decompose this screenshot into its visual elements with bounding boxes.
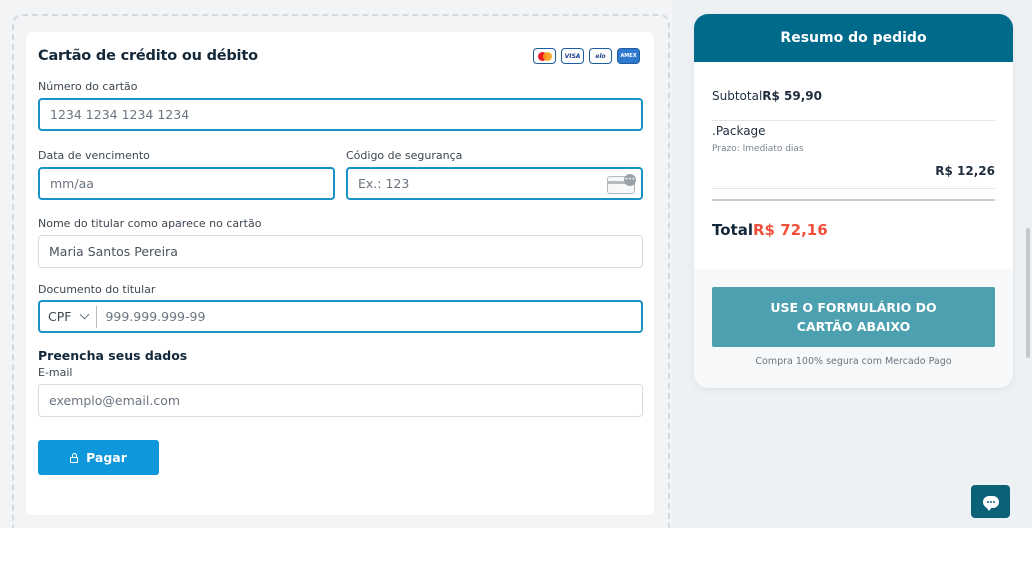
order-summary-body: SubtotalR$ 59,90 .Package Prazo: Imediat… <box>694 62 1013 269</box>
secure-purchase-text: Compra 100% segura com Mercado Pago <box>755 356 952 367</box>
package-term: Prazo: Imediato dias <box>712 144 804 154</box>
email-placeholder: exemplo@email.com <box>49 393 181 408</box>
order-summary-title: Resumo do pedido <box>694 14 1013 62</box>
mastercard-icon <box>533 48 556 64</box>
order-summary: Resumo do pedido SubtotalR$ 59,90 .Packa… <box>694 14 1013 388</box>
document-type-value: CPF <box>48 309 72 324</box>
page-viewport: Cartão de crédito ou débito VISA elo AME… <box>0 0 1032 528</box>
document-placeholder: 999.999.999-99 <box>105 309 206 324</box>
total-row: TotalR$ 72,16 <box>712 221 828 239</box>
chat-button[interactable] <box>971 485 1010 518</box>
cvv-label: Código de segurança <box>346 149 463 162</box>
card-form-title: Cartão de crédito ou débito <box>38 48 258 64</box>
chevron-down-icon <box>80 309 90 320</box>
email-input[interactable]: exemplo@email.com <box>38 384 643 417</box>
payment-column: Cartão de crédito ou débito VISA elo AME… <box>0 0 672 528</box>
cvv-input[interactable]: Ex.: 123 ••• <box>346 167 643 200</box>
use-card-form-button[interactable]: USE O FORMULÁRIO DO CARTÃO ABAIXO <box>712 287 995 347</box>
card-number-input[interactable]: 1234 1234 1234 1234 <box>38 98 643 131</box>
holder-name-label: Nome do titular como aparece no cartão <box>38 217 262 230</box>
total-label: Total <box>712 221 753 239</box>
subtotal-label: Subtotal <box>712 89 763 103</box>
total-value: R$ 72,16 <box>752 221 828 239</box>
holder-name-value: Maria Santos Pereira <box>49 244 178 259</box>
expiry-input[interactable]: mm/aa <box>38 167 335 200</box>
document-type-select[interactable]: CPF <box>48 305 98 328</box>
document-label: Documento do titular <box>38 283 156 296</box>
scrollbar[interactable] <box>1026 228 1030 358</box>
card-cvv-icon: ••• <box>607 174 636 194</box>
card-number-label: Número do cartão <box>38 80 138 93</box>
expiry-label: Data de vencimento <box>38 149 150 162</box>
chat-icon <box>982 495 999 511</box>
elo-icon: elo <box>589 48 612 64</box>
lock-icon <box>70 452 79 463</box>
cvv-placeholder: Ex.: 123 <box>358 176 410 191</box>
email-label: E-mail <box>38 366 73 379</box>
card-brands: VISA elo AMEX <box>533 48 640 64</box>
package-name: .Package <box>712 124 766 138</box>
summary-divider <box>712 188 995 189</box>
pay-button-label: Pagar <box>86 450 127 465</box>
holder-name-input[interactable]: Maria Santos Pereira <box>38 235 643 268</box>
card-number-placeholder: 1234 1234 1234 1234 <box>50 107 190 122</box>
pay-button[interactable]: Pagar <box>38 440 159 475</box>
expiry-placeholder: mm/aa <box>50 176 94 191</box>
summary-divider <box>712 120 995 121</box>
personal-data-title: Preencha seus dados <box>38 348 188 363</box>
subtotal-row: SubtotalR$ 59,90 <box>712 89 822 103</box>
visa-icon: VISA <box>561 48 584 64</box>
subtotal-value: R$ 59,90 <box>762 89 823 103</box>
package-price: R$ 12,26 <box>935 164 995 178</box>
card-form: Cartão de crédito ou débito VISA elo AME… <box>26 32 654 515</box>
total-divider <box>712 199 995 201</box>
amex-icon: AMEX <box>617 48 640 64</box>
document-input[interactable]: CPF 999.999.999-99 <box>38 300 643 333</box>
